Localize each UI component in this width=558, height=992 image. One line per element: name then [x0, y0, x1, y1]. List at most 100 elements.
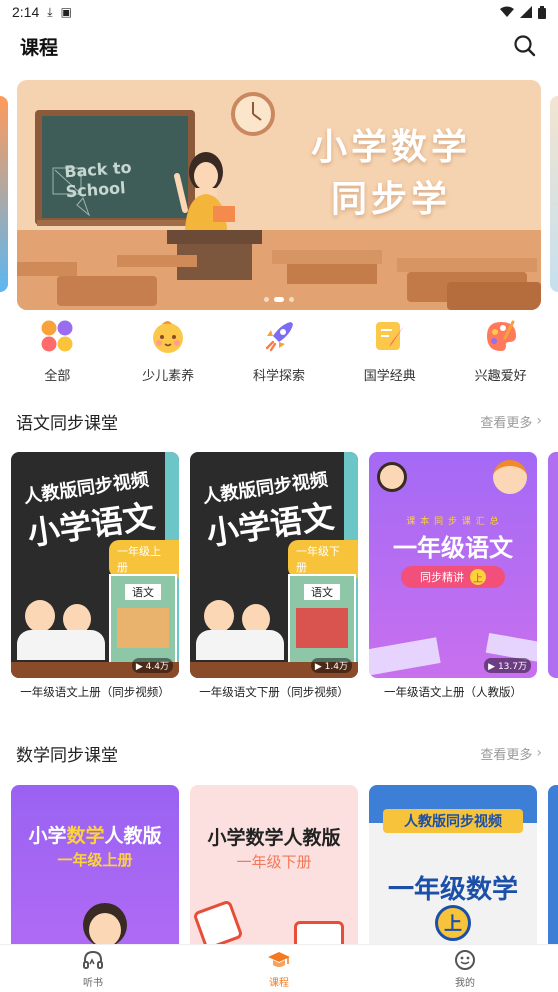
banner-carousel[interactable]: Back to School 小学数学 同步学: [0, 80, 558, 310]
category-label: 少儿素养: [142, 369, 195, 384]
view-count: ▶ 4.4万: [131, 658, 173, 673]
carousel-indicator: [264, 297, 294, 302]
category-kids[interactable]: 少儿素养: [118, 318, 218, 388]
category-all[interactable]: 全部: [7, 318, 107, 388]
thumb-pill: 同步精讲 上: [401, 566, 505, 588]
status-right: [500, 5, 546, 19]
course-thumbnail: 人教版同步视频 一年级数学 上: [369, 785, 537, 944]
see-more-link[interactable]: 查看更多 ›: [480, 744, 542, 763]
course-card[interactable]: 小学数学人教版 一年级上册: [11, 785, 179, 944]
banner-title-line1: 小学数学: [310, 127, 471, 168]
status-bar: 2:14 ⤓ ▣: [0, 0, 558, 24]
course-thumbnail: 小学数学人教版 一年级上册: [11, 785, 179, 944]
category-science[interactable]: 科学探索: [229, 318, 329, 388]
thumb-ribbon: 一年级上册: [109, 540, 179, 578]
thumb-subject: 一年级数学: [387, 875, 518, 905]
course-card[interactable]: 人教版同步视频 一年级数学 上: [369, 785, 537, 944]
tab-label: 我的: [455, 978, 475, 989]
thumb-badge: 上: [470, 569, 486, 585]
tab-audiobooks[interactable]: 听书: [0, 945, 186, 992]
view-count: ▶ 13.7万: [484, 658, 531, 673]
battery-icon: [538, 5, 546, 19]
thumb-tagline: 课 本 同 步 课 汇 总: [406, 517, 500, 527]
course-card[interactable]: 课 本 同 步 课 汇 总 一年级语文 同步精讲 上 ▶ 13.7万 一年级语文…: [369, 452, 537, 700]
carousel-dot-active: [274, 297, 284, 302]
thumb-ribbon: 一年级下册: [288, 540, 358, 578]
search-icon[interactable]: [512, 33, 538, 59]
status-time: 2:14: [12, 4, 40, 20]
smiley-face-icon: [455, 950, 475, 970]
course-title: 一年级语文上册（人教版）: [384, 685, 522, 699]
headphones-icon: [83, 950, 103, 969]
course-card-peek[interactable]: [548, 452, 558, 678]
chevron-right-icon: ›: [536, 745, 542, 761]
thumb-headline: 小学数学人教版: [207, 827, 341, 849]
thumb-grade: 一年级下册: [236, 853, 312, 871]
see-more-label: 查看更多: [480, 747, 533, 763]
view-count: ▶ 1.4万: [310, 658, 352, 673]
palette-icon: [486, 320, 516, 351]
math-course-row[interactable]: 小学数学人教版 一年级上册 小学数学人教版 一年级下册 人教版同步视频 一年级数…: [0, 785, 558, 944]
scroll-brush-icon: [375, 322, 404, 350]
thumb-headline: 人教版同步视频: [383, 809, 523, 833]
chinese-course-row[interactable]: 人教版同步视频 小学语文 一年级上册 语文 ▶ 4.4万 一年级语文上册（同步视…: [0, 452, 558, 702]
course-thumbnail: 小学数学人教版 一年级下册: [190, 785, 358, 944]
chevron-right-icon: ›: [536, 413, 542, 429]
carousel-dot: [264, 297, 269, 302]
grid-icon: [41, 320, 73, 352]
app-header: 课程: [0, 28, 558, 64]
banner-slide[interactable]: Back to School 小学数学 同步学: [17, 80, 541, 310]
category-hobbies[interactable]: 兴趣爱好: [451, 318, 551, 388]
section-title: 数学同步课堂: [16, 745, 118, 766]
category-classics[interactable]: 国学经典: [340, 318, 440, 388]
thumb-badge: 上: [435, 905, 471, 941]
tab-profile[interactable]: 我的: [372, 945, 558, 992]
thumb-book-title: 语文: [304, 584, 340, 600]
thumb-headline-b: 数学: [66, 825, 105, 847]
baby-face-icon: [153, 321, 184, 353]
course-thumbnail: 课 本 同 步 课 汇 总 一年级语文 同步精讲 上 ▶ 13.7万: [369, 452, 537, 678]
course-card[interactable]: 小学数学人教版 一年级下册: [190, 785, 358, 944]
banner-title-line2: 同步学: [330, 179, 451, 220]
thumb-grade: 一年级上册: [57, 851, 133, 869]
download-icon: ⤓: [47, 4, 53, 19]
page-title: 课程: [20, 36, 59, 59]
chinese-section-header: 语文同步课堂 查看更多 ›: [0, 408, 558, 434]
rocket-icon: [265, 322, 293, 352]
see-more-link[interactable]: 查看更多 ›: [480, 412, 542, 431]
notification-icon: ▣: [60, 5, 72, 19]
thumb-headline-c: 人教版: [104, 825, 162, 847]
course-card[interactable]: 人教版同步视频 小学语文 一年级下册 语文 ▶ 1.4万 一年级语文下册（同步视…: [190, 452, 358, 700]
graduation-cap-icon: [268, 952, 290, 967]
wifi-icon: [500, 6, 514, 17]
section-title: 语文同步课堂: [16, 413, 118, 434]
thumb-headline: 小学数学人教版: [11, 821, 179, 848]
thumb-subject: 一年级语文: [393, 534, 513, 562]
course-thumbnail: 人教版同步视频 小学语文 一年级下册 语文 ▶ 1.4万: [190, 452, 358, 678]
thumb-pill-label: 同步精讲: [420, 571, 464, 584]
banner-next-peek[interactable]: [550, 96, 558, 292]
category-label: 全部: [44, 369, 71, 384]
thumb-book-title: 语文: [125, 584, 161, 600]
category-label: 兴趣爱好: [474, 369, 527, 384]
see-more-label: 查看更多: [480, 415, 533, 431]
category-nav: 全部 少儿素养 科学探索 国学经典 兴趣爱好: [0, 318, 558, 388]
course-title: 一年级语文下册（同步视频）: [199, 685, 349, 699]
category-label: 国学经典: [363, 369, 416, 384]
course-title: 一年级语文上册（同步视频）: [20, 685, 170, 699]
thumb-headline-a: 小学: [28, 825, 67, 847]
course-card-peek[interactable]: [548, 785, 558, 944]
tab-label: 听书: [83, 978, 103, 989]
carousel-dot: [289, 297, 294, 302]
course-thumbnail: [548, 785, 558, 944]
banner-prev-peek[interactable]: [0, 96, 8, 292]
course-thumbnail: 人教版同步视频 小学语文 一年级上册 语文 ▶ 4.4万: [11, 452, 179, 678]
course-thumbnail: [548, 452, 558, 678]
chalkboard-text: Back to School: [64, 158, 134, 203]
tab-courses[interactable]: 课程: [186, 945, 372, 992]
math-section-header: 数学同步课堂 查看更多 ›: [0, 740, 558, 766]
bottom-tab-bar: 听书 课程 我的: [0, 944, 558, 992]
course-card[interactable]: 人教版同步视频 小学语文 一年级上册 语文 ▶ 4.4万 一年级语文上册（同步视…: [11, 452, 179, 700]
banner-title: 小学数学 同步学: [311, 122, 471, 226]
tab-label: 课程: [269, 978, 289, 989]
